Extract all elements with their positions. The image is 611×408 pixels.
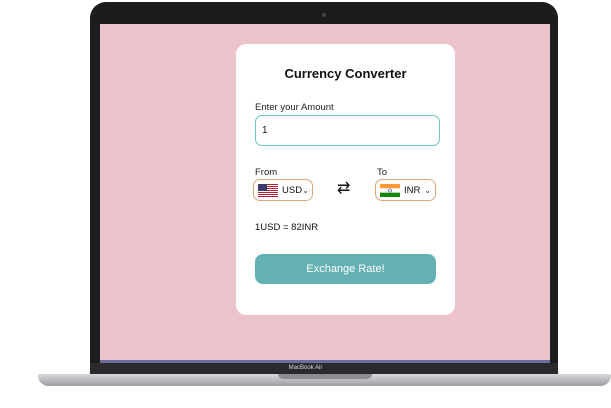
to-currency-select[interactable]: INR ⌄ — [375, 179, 436, 201]
brand-label: MacBook Air — [288, 365, 323, 371]
from-currency-select[interactable]: USD ⌄ — [253, 179, 313, 201]
page-title: Currency Converter — [284, 66, 407, 81]
exchange-rate-button[interactable]: Exchange Rate! — [255, 254, 436, 284]
exchange-rate-text: 1USD = 82INR — [255, 222, 319, 233]
camera-icon — [322, 13, 326, 17]
to-currency-value: INR — [404, 184, 421, 196]
swap-arrows-icon[interactable]: ⇄ — [337, 180, 350, 198]
to-label: To — [377, 167, 388, 178]
laptop-notch — [278, 374, 372, 379]
from-currency-value: USD — [282, 184, 303, 196]
from-label: From — [255, 167, 278, 178]
india-flag-icon — [380, 183, 400, 197]
amount-input[interactable] — [255, 115, 440, 146]
amount-label: Enter your Amount — [255, 102, 334, 113]
chevron-down-icon: ⌄ — [302, 185, 309, 195]
converter-card: Currency Converter Enter your Amount Fro… — [236, 44, 455, 315]
us-flag-icon — [258, 183, 278, 197]
chevron-down-icon: ⌄ — [424, 185, 431, 195]
